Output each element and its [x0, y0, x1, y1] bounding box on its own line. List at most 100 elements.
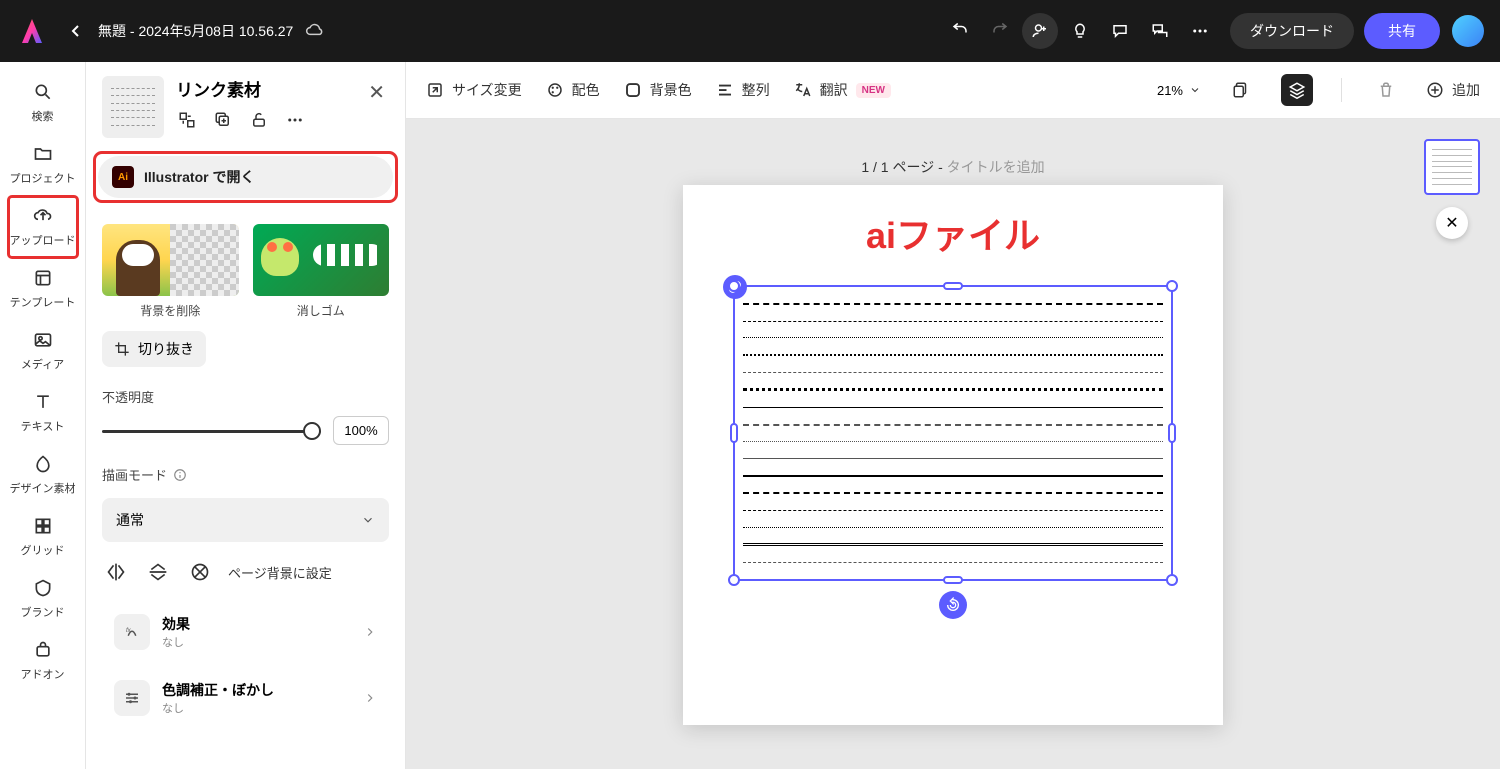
- effects-sub: なし: [162, 634, 351, 650]
- page-thumbnail[interactable]: [1424, 139, 1480, 195]
- left-rail: 検索 プロジェクト アップロード テンプレート メディア テキスト デザイン素材…: [0, 62, 86, 769]
- translate-tool[interactable]: 翻訳NEW: [794, 80, 891, 100]
- color-tool[interactable]: 配色: [546, 80, 600, 100]
- opacity-value[interactable]: 100%: [333, 416, 389, 445]
- cloud-sync-icon[interactable]: [305, 21, 325, 41]
- resize-handle[interactable]: [943, 576, 963, 584]
- resize-handle[interactable]: [943, 282, 963, 290]
- resize-tool[interactable]: サイズ変更: [426, 80, 522, 100]
- rail-upload[interactable]: アップロード: [8, 196, 78, 258]
- adjustments-icon: [114, 680, 150, 716]
- rail-search[interactable]: 検索: [8, 72, 78, 134]
- zoom-control[interactable]: 21%: [1157, 83, 1201, 98]
- new-badge: NEW: [856, 83, 891, 98]
- background-tool[interactable]: 背景色: [624, 80, 692, 100]
- adjust-sub: なし: [162, 700, 351, 716]
- panel-title: リンク素材: [176, 76, 364, 101]
- rail-label: プロジェクト: [10, 170, 76, 186]
- share-button[interactable]: 共有: [1364, 13, 1440, 49]
- canvas-toolbar: サイズ変更 配色 背景色 整列 翻訳NEW 21% 追加: [406, 62, 1500, 119]
- align-tool[interactable]: 整列: [716, 80, 770, 100]
- properties-panel: リンク素材 ✕ Ai Illustrator で開く 背景を削除: [86, 62, 406, 769]
- rail-grid[interactable]: グリッド: [8, 506, 78, 568]
- comments-icon[interactable]: [1142, 13, 1178, 49]
- resize-handle[interactable]: [728, 574, 740, 586]
- page-indicator[interactable]: 1 / 1 ページ - タイトルを追加: [861, 157, 1044, 177]
- rail-text[interactable]: テキスト: [8, 382, 78, 444]
- pages-icon[interactable]: [1225, 74, 1257, 106]
- flip-horizontal-icon[interactable]: [102, 558, 130, 586]
- duplicate-icon[interactable]: [212, 109, 234, 131]
- opacity-slider[interactable]: [102, 422, 321, 440]
- annotation-text: aiファイル: [683, 207, 1223, 259]
- rail-label: グリッド: [21, 542, 65, 558]
- blend-mode-select[interactable]: 通常: [102, 498, 389, 542]
- resize-handle[interactable]: [1166, 574, 1178, 586]
- redo-button[interactable]: [982, 13, 1018, 49]
- artboard[interactable]: aiファイル: [683, 185, 1223, 725]
- user-avatar[interactable]: [1452, 15, 1484, 47]
- unlock-icon[interactable]: [248, 109, 270, 131]
- document-title[interactable]: 無題 - 2024年5月08日 10.56.27: [98, 21, 293, 41]
- crop-button[interactable]: 切り抜き: [102, 331, 206, 367]
- adjustments-row[interactable]: 色調補正・ぼかしなし: [102, 670, 389, 726]
- add-button[interactable]: 追加: [1426, 80, 1480, 100]
- selected-object[interactable]: [733, 285, 1173, 581]
- canvas-body[interactable]: 1 / 1 ページ - タイトルを追加 aiファイル: [406, 119, 1500, 769]
- delete-icon[interactable]: [1370, 74, 1402, 106]
- flip-vertical-icon[interactable]: [144, 558, 172, 586]
- rail-label: ブランド: [21, 604, 65, 620]
- set-as-background-icon[interactable]: [186, 558, 214, 586]
- resize-handle[interactable]: [1168, 423, 1176, 443]
- rail-label: 検索: [32, 108, 54, 124]
- invite-icon[interactable]: [1022, 13, 1058, 49]
- action-label: 消しゴム: [297, 302, 345, 319]
- canvas-area: サイズ変更 配色 背景色 整列 翻訳NEW 21% 追加 1 / 1 ページ -…: [406, 62, 1500, 769]
- remove-background-action[interactable]: 背景を削除: [102, 224, 239, 319]
- reset-transform-icon[interactable]: [939, 591, 967, 619]
- rail-label: アップロード: [10, 232, 76, 248]
- opacity-label: 不透明度: [102, 387, 389, 406]
- rail-media[interactable]: メディア: [8, 320, 78, 382]
- more-icon[interactable]: [1182, 13, 1218, 49]
- effects-title: 効果: [162, 614, 351, 634]
- resize-handle[interactable]: [730, 423, 738, 443]
- chevron-right-icon: [363, 625, 377, 639]
- rail-label: アドオン: [21, 666, 65, 682]
- close-panel-button[interactable]: ✕: [364, 76, 389, 109]
- effects-row[interactable]: fx 効果なし: [102, 604, 389, 660]
- adjust-title: 色調補正・ぼかし: [162, 680, 351, 700]
- rail-projects[interactable]: プロジェクト: [8, 134, 78, 196]
- more-options-icon[interactable]: [284, 109, 306, 131]
- back-button[interactable]: [64, 19, 88, 43]
- rail-label: デザイン素材: [10, 480, 76, 496]
- open-in-illustrator-button[interactable]: Ai Illustrator で開く: [98, 156, 393, 198]
- blend-mode-label: 描画モード: [102, 465, 389, 484]
- page-thumbnails: ✕: [1424, 139, 1480, 239]
- app-logo[interactable]: [16, 15, 48, 47]
- crop-label: 切り抜き: [138, 339, 194, 359]
- open-illustrator-label: Illustrator で開く: [144, 167, 254, 187]
- rail-templates[interactable]: テンプレート: [8, 258, 78, 320]
- download-button[interactable]: ダウンロード: [1230, 13, 1354, 49]
- replace-icon[interactable]: [176, 109, 198, 131]
- illustrator-icon: Ai: [112, 166, 134, 188]
- rail-addons[interactable]: アドオン: [8, 630, 78, 692]
- effects-icon: fx: [114, 614, 150, 650]
- eraser-action[interactable]: 消しゴム: [253, 224, 390, 319]
- rail-label: テキスト: [21, 418, 65, 434]
- rail-label: テンプレート: [10, 294, 76, 310]
- resize-handle[interactable]: [728, 280, 740, 292]
- blend-value: 通常: [116, 510, 144, 530]
- rail-label: メディア: [21, 356, 64, 372]
- lightbulb-icon[interactable]: [1062, 13, 1098, 49]
- undo-button[interactable]: [942, 13, 978, 49]
- rail-design-assets[interactable]: デザイン素材: [8, 444, 78, 506]
- layers-icon[interactable]: [1281, 74, 1313, 106]
- asset-thumbnail: [102, 76, 164, 138]
- comment-icon[interactable]: [1102, 13, 1138, 49]
- set-bg-label[interactable]: ページ背景に設定: [228, 563, 332, 582]
- close-thumbnails-button[interactable]: ✕: [1436, 207, 1468, 239]
- resize-handle[interactable]: [1166, 280, 1178, 292]
- rail-brand[interactable]: ブランド: [8, 568, 78, 630]
